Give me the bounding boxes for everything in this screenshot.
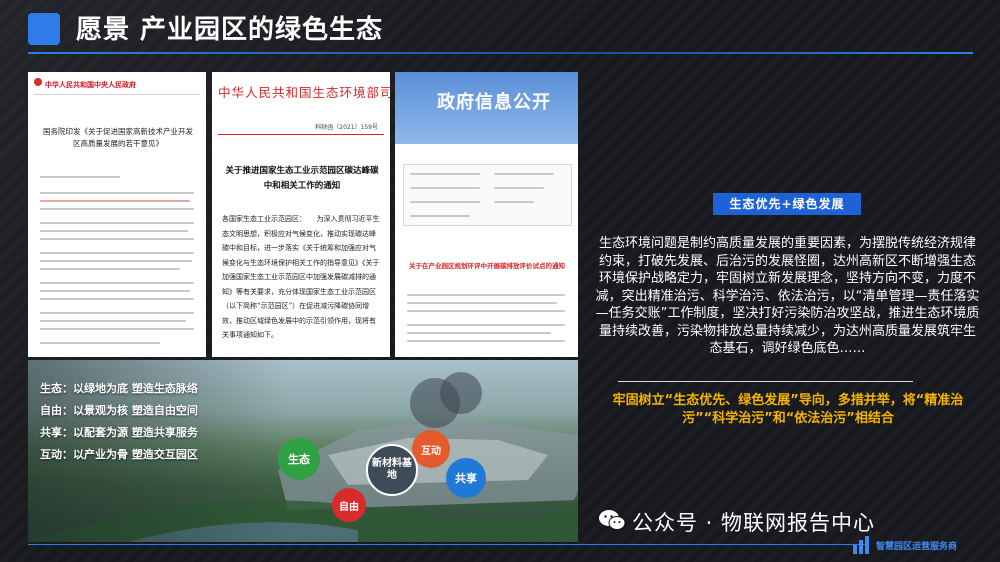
bubble-gongxiang: 共享 (446, 458, 486, 498)
doc3-text-line (407, 310, 565, 312)
bubble-blank (440, 372, 482, 414)
doc3-text-line (407, 302, 557, 304)
doc1-text-line (40, 252, 194, 254)
doc2-header: 中华人民共和国生态环境部司函 (218, 85, 390, 100)
doc1-text-line (40, 268, 180, 270)
doc1-text-line (40, 230, 188, 232)
company-logo-label: 智慧园区运营服务商 (876, 542, 958, 552)
body-paragraph: 生态环境问题是制约高质量发展的重要因素，为摆脱传统经济规律约束，打破先发展、后治… (595, 236, 980, 356)
policy-document-state-council: 中华人民共和国中央人民政府 国务院印发《关于促进国家高新技术产业开发区高质量发展… (28, 72, 206, 357)
doc1-text-line (40, 282, 194, 284)
slide-header: 愿景 产业园区的绿色生态 (0, 0, 1000, 55)
doc3-text-line (410, 201, 480, 203)
doc3-banner: 政府信息公开 (395, 72, 578, 144)
doc2-body: 各国家生态工业示范园区： 为深入贯彻习近平生态文明思想，积极应对气候变化，推动实… (222, 215, 380, 339)
doc3-text-line (407, 340, 565, 342)
section-tag: 生态优先+绿色发展 (713, 193, 861, 215)
page-title: 愿景 产业园区的绿色生态 (76, 15, 384, 45)
doc3-banner-title: 政府信息公开 (437, 92, 551, 113)
wechat-icon (599, 510, 626, 530)
bubble-hudong: 互动 (412, 430, 450, 468)
doc1-title: 国务院印发《关于促进国家高新技术产业开发区高质量发展的若干意见》 (43, 127, 193, 148)
footer-divider (28, 544, 868, 545)
vision-row-shengtai: 生态：以绿地为底 塑造生态脉络 (40, 382, 198, 395)
bubble-ziyou: 自由 (332, 488, 366, 522)
doc1-text-line (40, 298, 194, 300)
company-logo-icon (853, 536, 869, 554)
national-emblem-icon (34, 78, 42, 86)
doc1-text-line (40, 342, 160, 344)
doc1-text-line (40, 328, 194, 330)
doc3-info-table (403, 164, 572, 226)
doc3-text-line (494, 187, 544, 189)
doc1-text-line (40, 238, 194, 240)
bubble-xincailiao: 新材料基地 (366, 444, 418, 496)
doc2-number: 科财函〔2021〕159号 (315, 124, 378, 131)
vision-row-ziyou: 自由：以景观为核 塑造自由空间 (40, 404, 198, 417)
doc3-text-line (407, 332, 551, 334)
doc1-text-line (40, 222, 194, 224)
doc3-text-line (494, 201, 534, 203)
doc3-text-line (410, 187, 480, 189)
doc1-text-line (40, 260, 192, 262)
vision-row-gongxiang: 共享：以配套为源 塑造共享服务 (40, 426, 198, 439)
doc1-text-line (40, 192, 194, 194)
doc3-red-title: 关于在产业园区规划环评中开展碳排放评价试点的通知 (409, 262, 565, 270)
doc3-text-line (410, 215, 470, 217)
park-rendering-photo: 生态：以绿地为底 塑造生态脉络 自由：以景观为核 塑造自由空间 共享：以配套为源… (28, 360, 578, 542)
doc1-header: 中华人民共和国中央人民政府 (45, 81, 136, 89)
doc1-divider (34, 94, 200, 95)
doc1-text-line (40, 208, 194, 210)
doc1-text-line (40, 176, 120, 178)
doc3-text-line (494, 173, 554, 175)
bubble-shengtai: 生态 (278, 438, 320, 480)
doc1-text-line (40, 200, 190, 202)
highlight-statement: 牢固树立“生态优先、绿色发展”导向，多措并举，将“精准治污”“科学治污”和“依法… (612, 393, 964, 426)
policy-document-mee: 中华人民共和国生态环境部司函 科财函〔2021〕159号 关于推进国家生态工业示… (212, 72, 390, 357)
header-accent-square (28, 13, 60, 45)
vision-row-hudong: 互动：以产业为骨 塑造交互园区 (40, 448, 198, 461)
content-separator (618, 381, 913, 382)
doc1-text-line (40, 312, 194, 314)
policy-document-info-disclosure: 政府信息公开 关于在产业园区规划环评中开展碳排放评价试点的通知 (395, 72, 578, 357)
wechat-account-label: 公众号 · 物联网报告中心 (632, 511, 876, 535)
doc1-text-line (40, 290, 190, 292)
doc3-text-line (407, 294, 565, 296)
doc2-red-rule (218, 134, 384, 135)
doc1-text-line (40, 320, 186, 322)
doc3-text-line (407, 324, 565, 326)
header-divider (28, 52, 973, 54)
doc2-title: 关于推进国家生态工业示范园区碳达峰碳中和相关工作的通知 (225, 166, 379, 191)
doc3-text-line (410, 173, 480, 175)
